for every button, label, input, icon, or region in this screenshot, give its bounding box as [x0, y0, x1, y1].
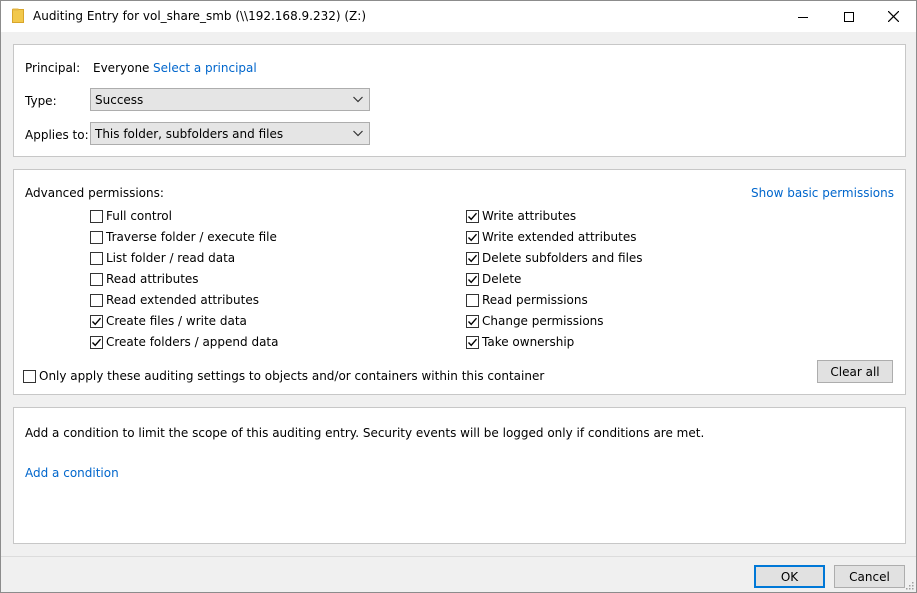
permission-label: Create files / write data — [106, 314, 247, 328]
folder-icon — [12, 8, 24, 23]
permission-label: Delete subfolders and files — [482, 251, 643, 265]
cancel-button[interactable]: Cancel — [834, 565, 905, 588]
only-apply-label: Only apply these auditing settings to ob… — [39, 369, 545, 383]
condition-description: Add a condition to limit the scope of th… — [25, 426, 705, 440]
title-bar[interactable]: Auditing Entry for vol_share_smb (\\192.… — [1, 1, 916, 32]
permission-label: Read permissions — [482, 293, 588, 307]
auditing-entry-dialog: Auditing Entry for vol_share_smb (\\192.… — [0, 0, 917, 593]
checkmark-icon — [467, 233, 478, 242]
permission-checkbox[interactable] — [90, 252, 103, 265]
maximize-icon — [844, 11, 854, 22]
chevron-down-icon — [353, 130, 363, 137]
resize-grip-icon[interactable] — [904, 580, 914, 590]
dialog-footer: OK Cancel — [1, 556, 916, 592]
permission-checkbox[interactable] — [90, 336, 103, 349]
checkmark-icon — [467, 212, 478, 221]
checkmark-icon — [467, 338, 478, 347]
close-button[interactable] — [870, 1, 916, 32]
applies-to-dropdown[interactable]: This folder, subfolders and files — [90, 122, 370, 145]
ok-button[interactable]: OK — [754, 565, 825, 588]
permission-label: Write attributes — [482, 209, 577, 223]
checkmark-icon — [91, 317, 102, 326]
applies-to-label: Applies to: — [25, 128, 89, 142]
permission-label: Delete — [482, 272, 522, 286]
advanced-permissions-panel: Advanced permissions: Show basic permiss… — [13, 169, 906, 395]
add-condition-link[interactable]: Add a condition — [25, 466, 119, 480]
permission-label: Write extended attributes — [482, 230, 637, 244]
principal-panel: Principal: Everyone Select a principal T… — [13, 44, 906, 157]
type-dropdown[interactable]: Success — [90, 88, 370, 111]
permission-label: List folder / read data — [106, 251, 236, 265]
checkmark-icon — [467, 275, 478, 284]
window-title: Auditing Entry for vol_share_smb (\\192.… — [33, 9, 366, 23]
permission-label: Read attributes — [106, 272, 199, 286]
permission-checkbox[interactable] — [466, 294, 479, 307]
applies-to-selected-value: This folder, subfolders and files — [95, 127, 284, 141]
permission-label: Read extended attributes — [106, 293, 259, 307]
permission-checkbox[interactable] — [466, 273, 479, 286]
checkmark-icon — [467, 254, 478, 263]
clear-all-button[interactable]: Clear all — [817, 360, 893, 383]
permission-label: Take ownership — [482, 335, 575, 349]
maximize-button[interactable] — [826, 1, 872, 32]
minimize-button[interactable] — [780, 1, 826, 32]
close-icon — [887, 11, 899, 22]
permission-checkbox[interactable] — [90, 273, 103, 286]
type-label: Type: — [25, 94, 57, 108]
checkmark-icon — [467, 317, 478, 326]
chevron-down-icon — [353, 96, 363, 103]
permission-checkbox[interactable] — [466, 336, 479, 349]
minimize-icon — [798, 16, 808, 18]
permission-checkbox[interactable] — [466, 231, 479, 244]
permission-checkbox[interactable] — [90, 231, 103, 244]
permission-checkbox[interactable] — [466, 210, 479, 223]
permission-checkbox[interactable] — [466, 315, 479, 328]
only-apply-checkbox[interactable] — [23, 370, 36, 383]
permission-label: Traverse folder / execute file — [106, 230, 277, 244]
select-principal-link[interactable]: Select a principal — [153, 61, 257, 75]
permission-checkbox[interactable] — [90, 294, 103, 307]
principal-value: Everyone — [93, 61, 150, 75]
condition-panel: Add a condition to limit the scope of th… — [13, 407, 906, 544]
principal-label: Principal: — [25, 61, 81, 75]
checkmark-icon — [91, 338, 102, 347]
permission-label: Change permissions — [482, 314, 604, 328]
permission-checkbox[interactable] — [90, 210, 103, 223]
type-selected-value: Success — [95, 93, 144, 107]
permission-label: Create folders / append data — [106, 335, 279, 349]
permission-label: Full control — [106, 209, 172, 223]
show-basic-permissions-link[interactable]: Show basic permissions — [751, 186, 894, 200]
permission-checkbox[interactable] — [466, 252, 479, 265]
permission-checkbox[interactable] — [90, 315, 103, 328]
advanced-permissions-heading: Advanced permissions: — [25, 186, 164, 200]
